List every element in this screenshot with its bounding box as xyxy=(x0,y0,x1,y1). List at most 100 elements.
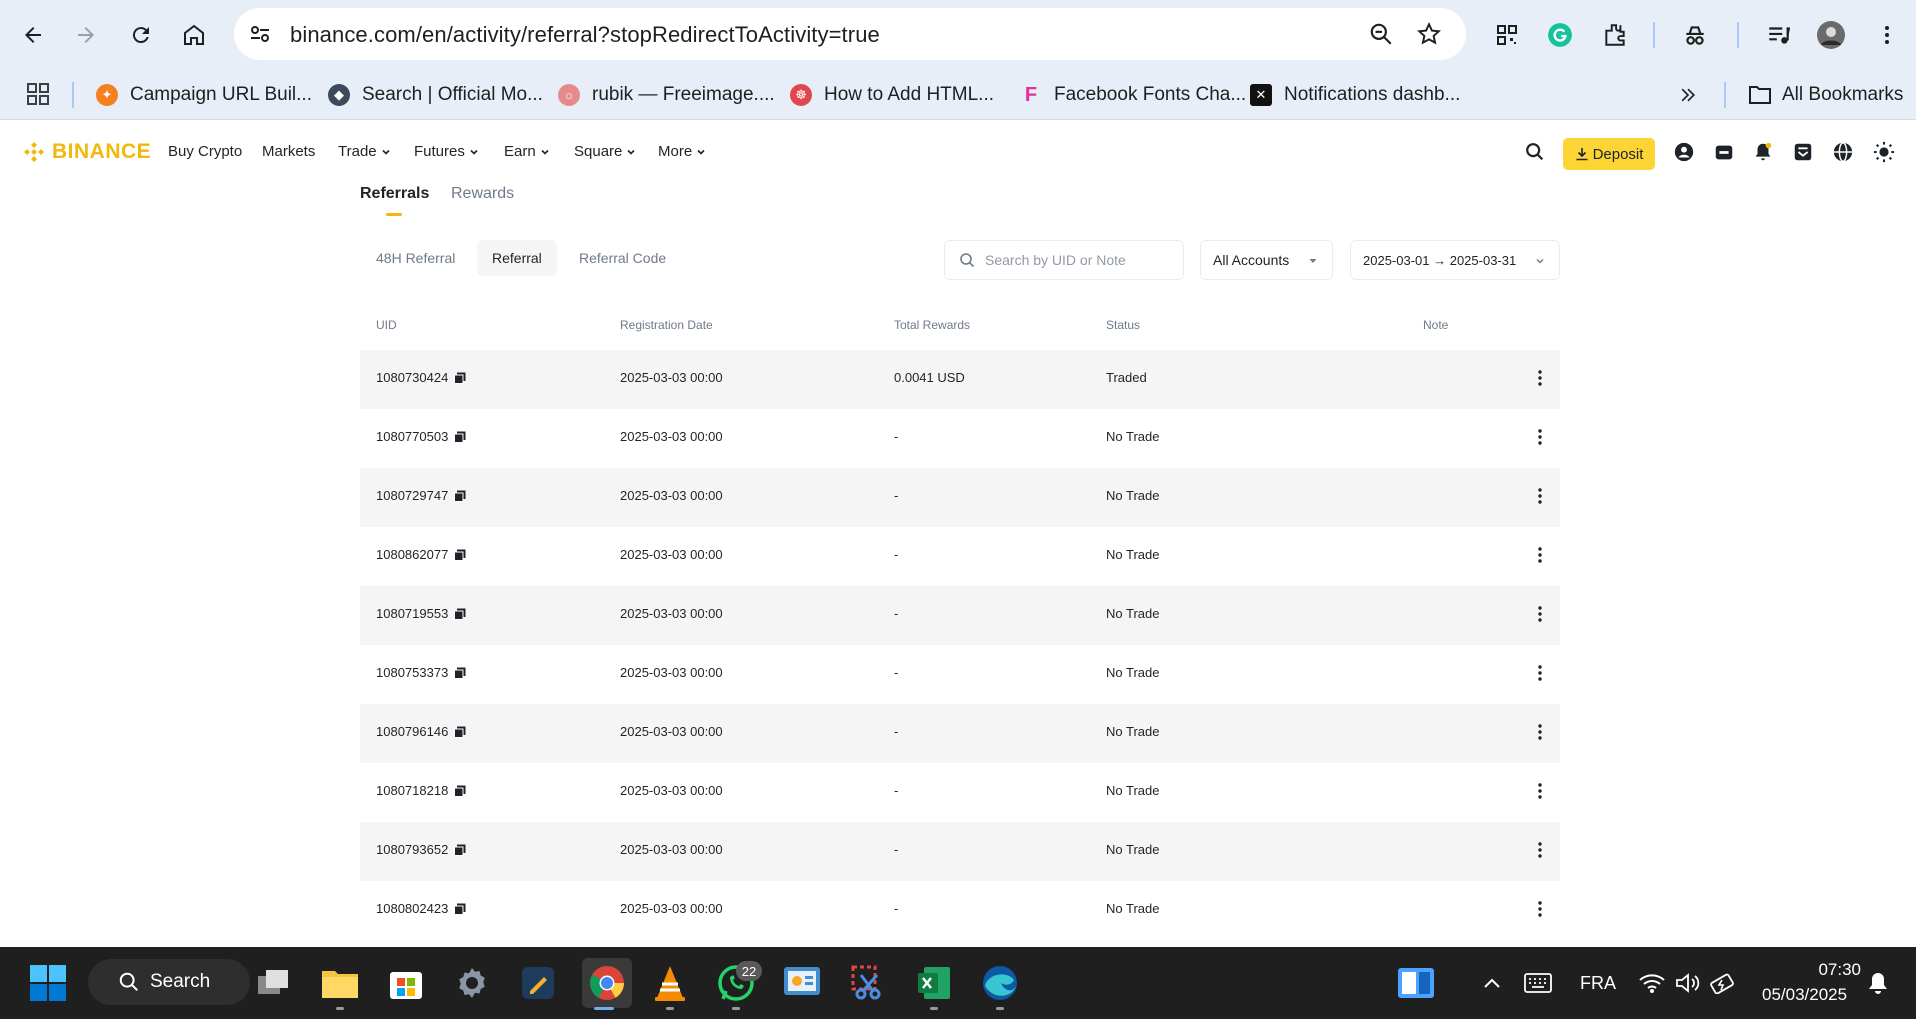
excel-icon[interactable] xyxy=(912,961,956,1005)
more-actions-icon[interactable] xyxy=(1530,722,1550,742)
table-row[interactable]: 1080770503 2025-03-03 00:00 - No Trade xyxy=(360,409,1560,468)
extensions-icon[interactable] xyxy=(1600,20,1630,50)
theme-toggle-icon[interactable] xyxy=(1873,141,1895,163)
incognito-icon[interactable] xyxy=(1680,20,1710,50)
more-actions-icon[interactable] xyxy=(1530,427,1550,447)
forward-button[interactable] xyxy=(65,14,107,56)
chevron-up-icon[interactable] xyxy=(1470,961,1514,1005)
settings-gear-icon[interactable] xyxy=(450,961,494,1005)
bookmark-facebook-fonts[interactable]: F Facebook Fonts Cha... xyxy=(1020,80,1246,110)
table-row[interactable]: 1080796146 2025-03-03 00:00 - No Trade xyxy=(360,704,1560,763)
avatar[interactable] xyxy=(1816,20,1846,50)
copy-icon[interactable] xyxy=(454,608,466,620)
more-actions-icon[interactable] xyxy=(1530,663,1550,683)
more-actions-icon[interactable] xyxy=(1530,545,1550,565)
copy-icon[interactable] xyxy=(454,785,466,797)
subtab-referral-code[interactable]: Referral Code xyxy=(564,240,681,276)
bookmark-how-to-add-html[interactable]: ☸ How to Add HTML... xyxy=(790,80,994,110)
notification-bell-icon[interactable] xyxy=(1752,141,1774,163)
uid-search-input[interactable] xyxy=(985,252,1175,268)
battery-charging-icon[interactable] xyxy=(1702,961,1746,1005)
table-row[interactable]: 1080793652 2025-03-03 00:00 - No Trade xyxy=(360,822,1560,881)
subtab-referral[interactable]: Referral xyxy=(477,240,557,276)
input-language[interactable]: FRA xyxy=(1580,973,1616,994)
clock-date[interactable]: 05/03/2025 xyxy=(1762,985,1847,1005)
edge-icon[interactable] xyxy=(978,961,1022,1005)
subtab-48h-referral[interactable]: 48H Referral xyxy=(361,240,470,276)
copy-icon[interactable] xyxy=(454,844,466,856)
all-bookmarks-button[interactable]: All Bookmarks xyxy=(1748,80,1903,110)
back-button[interactable] xyxy=(12,14,54,56)
nav-square[interactable]: Square xyxy=(574,143,636,160)
snipping-tool-icon[interactable] xyxy=(846,961,890,1005)
table-row[interactable]: 1080729747 2025-03-03 00:00 - No Trade xyxy=(360,468,1560,527)
table-row[interactable]: 1080753373 2025-03-03 00:00 - No Trade xyxy=(360,645,1560,704)
table-row[interactable]: 1080730424 2025-03-03 00:00 0.0041 USD Trad… xyxy=(360,350,1560,409)
search-icon[interactable] xyxy=(1524,141,1546,163)
chrome-icon[interactable] xyxy=(582,958,632,1008)
reload-button[interactable] xyxy=(120,14,162,56)
nav-trade[interactable]: Trade xyxy=(338,143,391,160)
vlc-icon[interactable] xyxy=(648,961,692,1005)
nav-markets[interactable]: Markets xyxy=(262,143,315,160)
address-bar[interactable]: binance.com/en/activity/referral?stopRed… xyxy=(234,8,1466,60)
nav-buy-crypto[interactable]: Buy Crypto xyxy=(168,143,242,160)
binance-logo[interactable]: BINANCE xyxy=(22,140,151,164)
keyboard-icon[interactable] xyxy=(1516,961,1560,1005)
copy-icon[interactable] xyxy=(454,903,466,915)
bookmark-campaign-url-builder[interactable]: ✦ Campaign URL Buil... xyxy=(96,80,312,110)
uid-search-box[interactable] xyxy=(944,240,1184,280)
tab-rewards[interactable]: Rewards xyxy=(451,185,514,203)
nav-earn[interactable]: Earn xyxy=(504,143,550,160)
media-controls-icon[interactable] xyxy=(1764,20,1794,50)
more-actions-icon[interactable] xyxy=(1530,604,1550,624)
site-settings-icon[interactable] xyxy=(248,22,272,46)
more-actions-icon[interactable] xyxy=(1530,899,1550,919)
deposit-button[interactable]: Deposit xyxy=(1563,138,1655,170)
qr-code-icon[interactable] xyxy=(1492,20,1522,50)
task-view-icon[interactable] xyxy=(252,961,296,1005)
browser-menu-icon[interactable] xyxy=(1872,20,1902,50)
copy-icon[interactable] xyxy=(454,431,466,443)
home-button[interactable] xyxy=(173,14,215,56)
table-row[interactable]: 1080718218 2025-03-03 00:00 - No Trade xyxy=(360,763,1560,822)
bookmark-rubik-freeimage[interactable]: ○ rubik — Freeimage.... xyxy=(558,80,775,110)
tab-referrals[interactable]: Referrals xyxy=(360,185,429,203)
pen-tool-app-icon[interactable] xyxy=(516,961,560,1005)
nav-more[interactable]: More xyxy=(658,143,706,160)
more-actions-icon[interactable] xyxy=(1530,486,1550,506)
copy-icon[interactable] xyxy=(454,726,466,738)
widgets-icon[interactable] xyxy=(1394,961,1438,1005)
copy-icon[interactable] xyxy=(454,667,466,679)
accounts-select[interactable]: All Accounts xyxy=(1200,240,1333,280)
file-explorer-icon[interactable] xyxy=(318,961,362,1005)
microsoft-store-icon[interactable] xyxy=(384,961,428,1005)
zoom-icon[interactable] xyxy=(1368,21,1394,47)
windows-start-icon[interactable] xyxy=(26,961,70,1005)
copy-icon[interactable] xyxy=(454,372,466,384)
more-bookmarks-button[interactable] xyxy=(1678,80,1698,110)
grammarly-icon[interactable] xyxy=(1545,20,1575,50)
wallet-icon[interactable] xyxy=(1713,141,1735,163)
more-actions-icon[interactable] xyxy=(1530,368,1550,388)
notification-bell-icon[interactable] xyxy=(1856,961,1900,1005)
bookmark-notifications-dashboard[interactable]: ✕ Notifications dashb... xyxy=(1250,80,1460,110)
account-icon[interactable] xyxy=(1673,141,1695,163)
date-range-picker[interactable]: 2025-03-01 → 2025-03-31 xyxy=(1350,240,1560,280)
table-row[interactable]: 1080802423 2025-03-03 00:00 - No Trade xyxy=(360,881,1560,940)
copy-icon[interactable] xyxy=(454,549,466,561)
taskbar-search[interactable]: Search xyxy=(88,959,250,1005)
nav-futures[interactable]: Futures xyxy=(414,143,479,160)
more-actions-icon[interactable] xyxy=(1530,781,1550,801)
table-row[interactable]: 1080862077 2025-03-03 00:00 - No Trade xyxy=(360,527,1560,586)
apps-grid-icon[interactable] xyxy=(26,82,50,111)
copy-icon[interactable] xyxy=(454,490,466,502)
globe-icon[interactable] xyxy=(1832,141,1854,163)
download-app-icon[interactable] xyxy=(1792,141,1814,163)
bookmark-star-icon[interactable] xyxy=(1416,21,1442,47)
table-row[interactable]: 1080719553 2025-03-03 00:00 - No Trade xyxy=(360,586,1560,645)
presentation-app-icon[interactable] xyxy=(780,961,824,1005)
clock-time[interactable]: 07:30 xyxy=(1791,960,1861,980)
url-text[interactable]: binance.com/en/activity/referral?stopRed… xyxy=(290,22,880,48)
more-actions-icon[interactable] xyxy=(1530,840,1550,860)
